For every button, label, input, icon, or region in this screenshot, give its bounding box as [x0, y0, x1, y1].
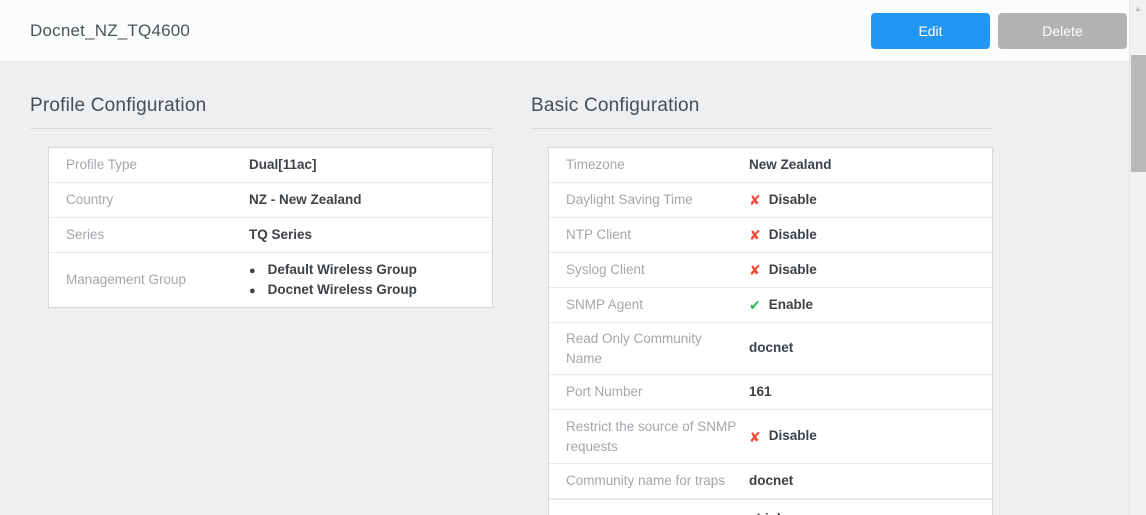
row-value: TQ Series: [249, 220, 322, 251]
row-label: Profile Type: [49, 149, 249, 181]
table-row: Management Group ● Default Wireless Grou…: [49, 253, 492, 307]
disable-x-icon: ✘: [749, 263, 761, 277]
disable-x-icon: ✘: [749, 228, 761, 242]
link-section-header: Link: [549, 499, 992, 515]
row-value: ✘ Disable: [749, 255, 827, 286]
status-text: Disable: [769, 226, 817, 245]
list-item-label: Docnet Wireless Group: [268, 280, 417, 300]
heading-divider: [531, 128, 993, 129]
status-text: Disable: [769, 261, 817, 280]
basic-configuration-table: Timezone New Zealand Daylight Saving Tim…: [548, 147, 993, 515]
row-value: ✘ Disable: [749, 421, 827, 452]
row-label: Timezone: [549, 149, 749, 181]
disable-x-icon: ✘: [749, 430, 761, 444]
row-label: Community name for traps: [549, 465, 749, 497]
row-value: ✘ Disable: [749, 185, 827, 216]
table-row: Port Number 161: [549, 375, 992, 410]
table-row: Country NZ - New Zealand: [49, 183, 492, 218]
row-value: ✔ Enable: [749, 290, 823, 321]
heading-divider: [30, 128, 493, 129]
row-label: Port Number: [549, 376, 749, 408]
profile-configuration-heading: Profile Configuration: [30, 63, 493, 117]
row-value: docnet: [749, 466, 803, 497]
profile-configuration-section: Profile Configuration Profile Type Dual[…: [30, 63, 493, 308]
row-value: New Zealand: [749, 150, 842, 181]
page-title: Docnet_NZ_TQ4600: [30, 0, 190, 62]
row-value: ✘ Disable: [749, 220, 827, 251]
disable-x-icon: ✘: [749, 193, 761, 207]
row-label: Read Only Community Name: [549, 323, 749, 374]
edit-button[interactable]: Edit: [871, 13, 990, 49]
page-header: Docnet_NZ_TQ4600 Edit Delete: [0, 0, 1146, 62]
row-value: ● Default Wireless Group ● Docnet Wirele…: [249, 254, 427, 306]
row-value: NZ - New Zealand: [249, 185, 372, 216]
table-row: Timezone New Zealand: [549, 148, 992, 183]
bullet-icon: ●: [249, 264, 256, 280]
row-label: Restrict the source of SNMP requests: [549, 411, 749, 462]
link-section-label: Link: [757, 511, 785, 515]
status-text: Disable: [769, 191, 817, 210]
row-value: Dual[11ac]: [249, 150, 327, 181]
table-row: Read Only Community Name docnet: [549, 323, 992, 375]
scrollbar-thumb[interactable]: [1131, 55, 1146, 172]
table-row: Syslog Client ✘ Disable: [549, 253, 992, 288]
row-label: NTP Client: [549, 219, 749, 251]
main-content: Profile Configuration Profile Type Dual[…: [0, 63, 1146, 515]
table-row: Restrict the source of SNMP requests ✘ D…: [549, 410, 992, 464]
table-row: SNMP Agent ✔ Enable: [549, 288, 992, 323]
basic-configuration-section: Basic Configuration Timezone New Zealand…: [531, 63, 993, 515]
management-group-list: ● Default Wireless Group ● Docnet Wirele…: [249, 260, 417, 300]
vertical-scrollbar[interactable]: ▲: [1129, 0, 1146, 515]
row-label: Daylight Saving Time: [549, 184, 749, 216]
profile-configuration-table: Profile Type Dual[11ac] Country NZ - New…: [48, 147, 493, 308]
delete-button[interactable]: Delete: [998, 13, 1127, 49]
table-row: NTP Client ✘ Disable: [549, 218, 992, 253]
table-row: Community name for traps docnet: [549, 464, 992, 499]
enable-check-icon: ✔: [749, 298, 761, 312]
row-label: Series: [49, 219, 249, 251]
row-value: docnet: [749, 333, 803, 364]
row-label: SNMP Agent: [549, 289, 749, 321]
scrollbar-up-arrow-icon[interactable]: ▲: [1130, 4, 1146, 13]
list-item: ● Default Wireless Group: [249, 260, 417, 280]
list-item-label: Default Wireless Group: [268, 260, 417, 280]
row-label: Country: [49, 184, 249, 216]
status-text: Disable: [769, 427, 817, 446]
table-row: Series TQ Series: [49, 218, 492, 253]
row-label: Syslog Client: [549, 254, 749, 286]
row-label: Management Group: [49, 264, 249, 296]
table-row: Daylight Saving Time ✘ Disable: [549, 183, 992, 218]
list-item: ● Docnet Wireless Group: [249, 280, 417, 300]
table-row: Profile Type Dual[11ac]: [49, 148, 492, 183]
bullet-icon: ●: [249, 284, 256, 300]
basic-configuration-heading: Basic Configuration: [531, 63, 993, 117]
status-text: Enable: [769, 296, 813, 315]
row-value: 161: [749, 377, 782, 408]
